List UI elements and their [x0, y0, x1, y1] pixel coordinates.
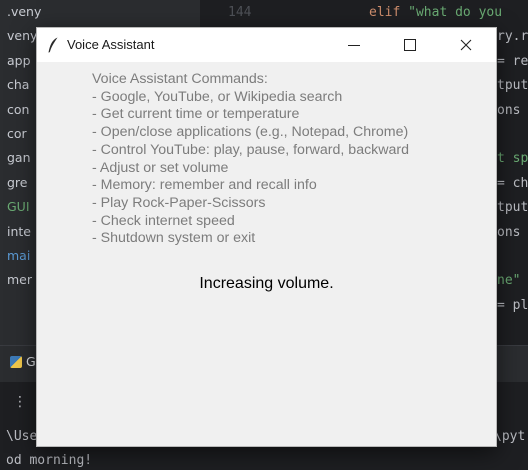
maximize-icon — [404, 39, 416, 51]
command-item: - Check internet speed — [92, 212, 235, 229]
code-text: ons — [497, 224, 521, 240]
more-options-icon[interactable]: ⋮ — [13, 394, 27, 410]
project-file-item[interactable]: con — [7, 102, 29, 117]
window-title: Voice Assistant — [67, 37, 155, 52]
code-line: = ch — [497, 176, 528, 191]
code-string: t sp — [497, 151, 528, 167]
code-line: = pl — [497, 298, 528, 313]
command-item: - Open/close applications (e.g., Notepad… — [92, 124, 409, 141]
commands-list: Voice Assistant Commands: - Google, YouTu… — [92, 71, 409, 248]
code-line: ons — [497, 225, 520, 240]
code-text: ons — [497, 102, 521, 118]
code-text: = ch — [497, 175, 528, 191]
command-item: - Adjust or set volume — [92, 159, 229, 176]
project-file-item[interactable]: gre — [7, 175, 28, 190]
minimize-icon — [348, 44, 360, 46]
commands-heading: Voice Assistant Commands: — [92, 71, 268, 87]
status-message: Increasing volume. — [199, 275, 334, 292]
run-tab[interactable]: G — [10, 354, 36, 369]
code-line: tput — [497, 78, 528, 93]
code-line: ne" — [497, 273, 520, 288]
code-line: = re — [497, 54, 528, 69]
command-item: - Get current time or temperature — [92, 106, 300, 123]
feather-icon — [48, 37, 58, 53]
code-string: ne" — [497, 273, 521, 289]
project-file-item[interactable]: cor — [7, 126, 27, 141]
code-keyword: elif — [369, 5, 409, 20]
command-item: - Google, YouTube, or Wikipedia search — [92, 88, 343, 105]
code-line: ons — [497, 103, 520, 118]
command-item: - Control YouTube: play, pause, forward,… — [92, 141, 410, 158]
code-line: ry.r — [497, 29, 528, 44]
code-line: t sp — [497, 151, 528, 166]
project-file-item[interactable]: veny — [7, 28, 37, 43]
project-file-item[interactable]: app — [7, 53, 31, 68]
console-line: od morning! — [6, 453, 93, 468]
project-file-item[interactable]: inte — [7, 224, 31, 239]
code-text: ry.r — [497, 29, 528, 45]
project-file-item[interactable]: gan — [7, 150, 31, 165]
project-file-item[interactable]: .veny — [7, 4, 41, 19]
code-text: tput — [497, 78, 528, 94]
project-file-item[interactable]: cha — [7, 77, 29, 92]
code-text: = re — [497, 53, 528, 69]
minimize-button[interactable] — [331, 28, 377, 62]
command-item: - Shutdown system or exit — [92, 230, 256, 247]
project-file-item[interactable]: mai — [7, 248, 30, 263]
run-tab-label: G — [26, 354, 36, 369]
code-string: "what do you — [408, 5, 503, 20]
project-file-item[interactable]: mer — [7, 272, 32, 287]
title-bar[interactable]: Voice Assistant — [37, 28, 496, 62]
console-line-right: \pyt — [494, 429, 526, 444]
project-file-item[interactable]: GUI — [7, 199, 30, 214]
console-line: \Use — [6, 429, 38, 444]
voice-assistant-window: Voice Assistant Voice Assistant Commands… — [36, 27, 497, 447]
command-item: - Play Rock-Paper-Scissors — [92, 194, 266, 211]
python-icon — [10, 355, 22, 368]
code-line: elif "what do you — [369, 5, 502, 20]
code-line: tput — [497, 200, 528, 215]
code-text: = pl — [497, 297, 528, 313]
code-text: tput — [497, 200, 528, 216]
command-item: - Memory: remember and recall info — [92, 177, 317, 194]
line-number: 144 — [228, 5, 252, 20]
close-icon — [460, 39, 472, 51]
maximize-button[interactable] — [387, 28, 433, 62]
close-button[interactable] — [443, 28, 489, 62]
